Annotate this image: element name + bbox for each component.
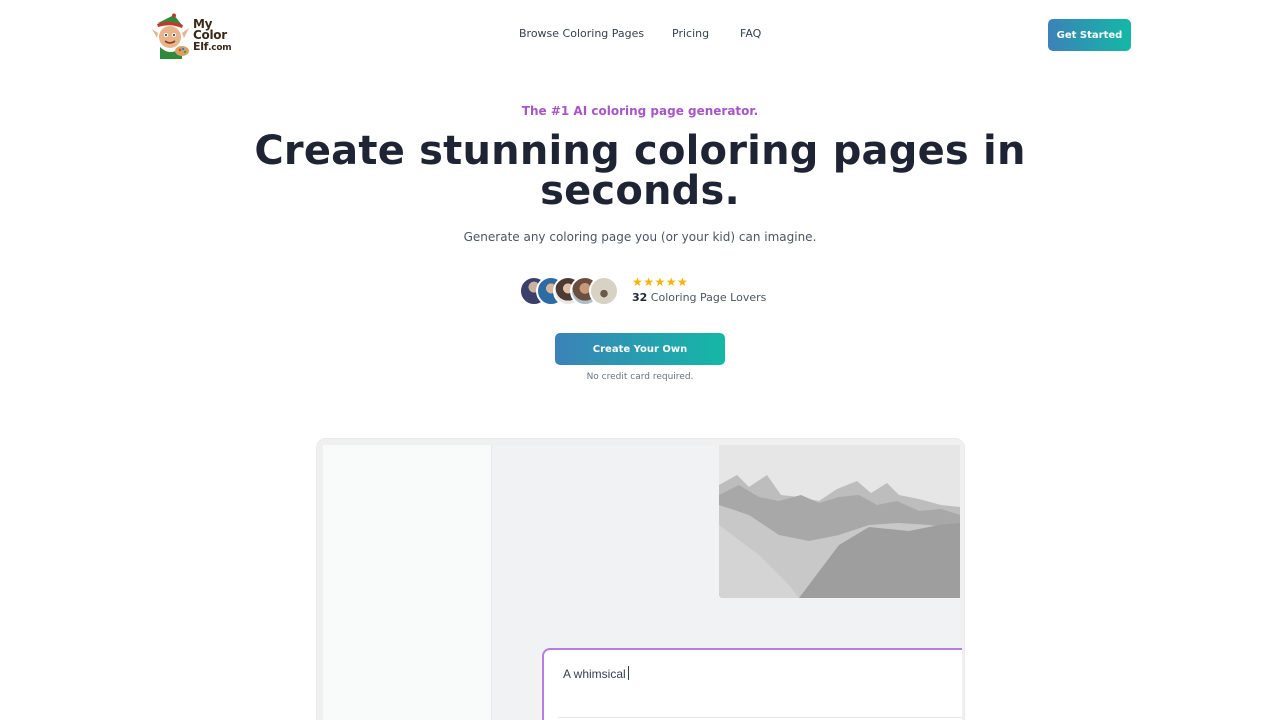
mountain-landscape-image [719,445,960,598]
hero-subheadline: Generate any coloring page you (or your … [463,230,817,244]
logo[interactable]: My Color Elf.com [152,12,234,60]
app-preview: A whimsical [316,438,965,720]
lovers-count-number: 32 [632,291,648,304]
app-preview-screen: A whimsical [323,445,962,720]
rating: ★★★★★ 32 Coloring Page Lovers [632,275,766,304]
hero-headline: Create stunning coloring pages in second… [254,128,1026,214]
star-rating-icon: ★★★★★ [632,275,689,289]
lovers-count: 32 Coloring Page Lovers [632,291,766,304]
site-header: My Color Elf.com Browse Coloring Pages P… [0,0,1280,70]
text-caret [627,666,629,680]
avatar [589,276,619,306]
get-started-button[interactable]: Get Started [1048,19,1131,51]
nav-link-pricing[interactable]: Pricing [672,27,709,40]
divider [558,717,962,718]
nav-link-faq[interactable]: FAQ [740,27,761,40]
lovers-count-label: Coloring Page Lovers [647,291,767,304]
prompt-input[interactable]: A whimsical [542,648,962,720]
generated-image-preview [719,445,960,598]
app-preview-sidebar [323,445,492,720]
create-your-own-button[interactable]: Create Your Own [555,333,725,365]
hero-eyebrow: The #1 AI coloring page generator. [521,104,759,118]
logo-wordmark: My Color Elf.com [193,16,232,53]
no-credit-card-note: No credit card required. [586,372,694,382]
avatar-group [519,276,623,306]
elf-mascot-icon [152,13,189,59]
nav-link-browse-coloring-pages[interactable]: Browse Coloring Pages [519,27,644,40]
prompt-input-text: A whimsical [563,666,629,681]
